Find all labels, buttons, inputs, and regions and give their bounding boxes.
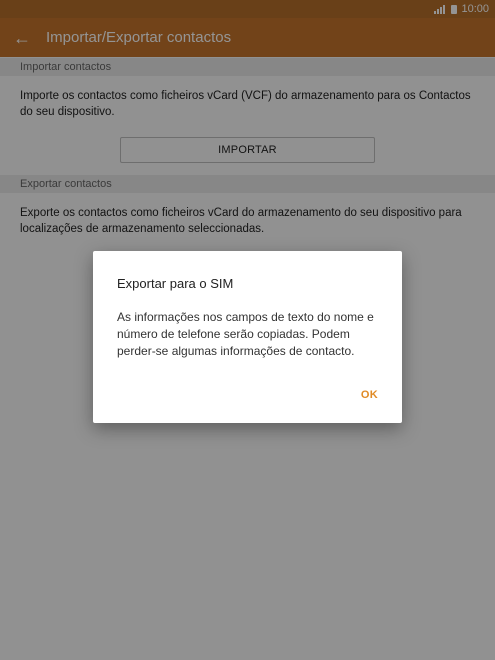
export-sim-dialog: Exportar para o SIM As informações nos c… xyxy=(93,251,402,423)
ok-button[interactable]: OK xyxy=(359,387,380,403)
dialog-title: Exportar para o SIM xyxy=(117,276,234,291)
dialog-message: As informações nos campos de texto do no… xyxy=(117,310,374,358)
